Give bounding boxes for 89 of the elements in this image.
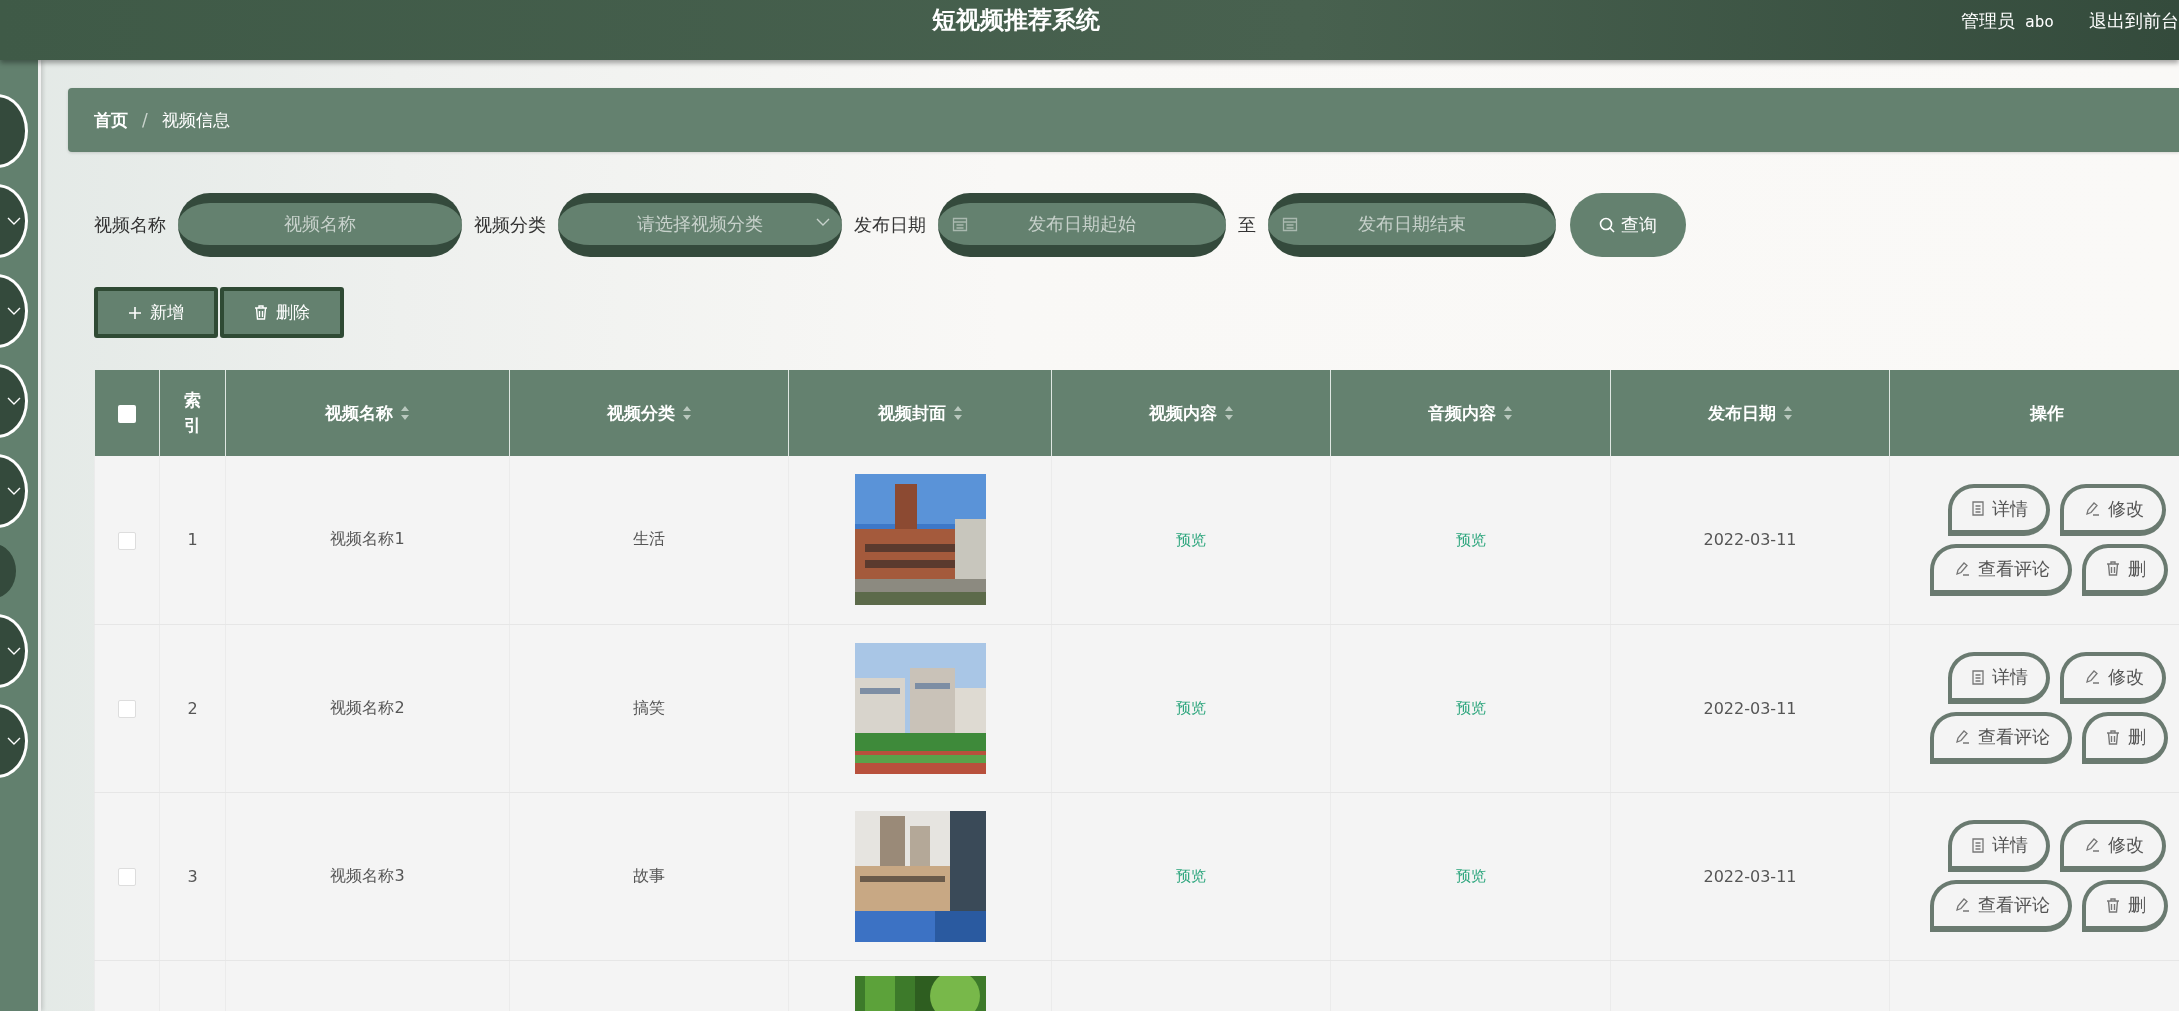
checkbox[interactable] <box>117 405 136 423</box>
user-label: 管理员 abo <box>1961 9 2054 33</box>
column-header: 发布日期 <box>1707 401 1776 425</box>
calendar-icon <box>952 216 968 232</box>
chevron-down-icon <box>816 218 830 227</box>
preview-link[interactable]: 预览 <box>1176 699 1206 717</box>
chevron-down-icon <box>7 216 21 226</box>
trash-icon <box>2106 897 2120 913</box>
action-button[interactable]: 修改 <box>2060 652 2166 704</box>
checkbox[interactable] <box>118 699 136 718</box>
table-cell: 视频名称1 <box>330 529 405 549</box>
table-cell: 视频名称2 <box>330 697 405 717</box>
action-button[interactable]: 修改 <box>2060 820 2166 872</box>
table-cell: 故事 <box>633 865 665 885</box>
action-button[interactable]: 删除 <box>220 287 344 338</box>
select-field[interactable]: 请选择视频分类 <box>558 193 842 257</box>
sort-icon[interactable] <box>952 405 963 421</box>
pencil-icon <box>2084 837 2100 853</box>
action-button[interactable]: 查看评论 <box>1930 543 2072 596</box>
table-cell: 搞笑 <box>633 697 665 717</box>
action-button[interactable]: 详情 <box>1948 652 2050 704</box>
date-field[interactable]: 发布日期结束 <box>1268 193 1556 257</box>
table-cell: 2 <box>187 698 198 718</box>
table-cell: 2022-03-11 <box>1703 866 1797 886</box>
column-header: 视频名称 <box>325 401 393 425</box>
trash-icon <box>2106 561 2120 577</box>
preview-link[interactable]: 预览 <box>1176 530 1206 549</box>
filter-label: 发布日期 <box>854 213 926 237</box>
chevron-down-icon <box>7 736 21 746</box>
pencil-icon <box>1954 560 1970 577</box>
action-button[interactable]: 修改 <box>2060 483 2166 536</box>
sort-icon[interactable] <box>1503 405 1513 421</box>
filter-label: 视频名称 <box>94 213 166 237</box>
checkbox[interactable] <box>118 531 136 550</box>
table-cell: 2022-03-11 <box>1703 698 1797 718</box>
action-button[interactable]: 详情 <box>1948 483 2050 536</box>
column-header: 操作 <box>2030 401 2065 425</box>
document-icon <box>1972 837 1984 853</box>
trash-icon <box>2106 729 2120 745</box>
table-cell: 2022-03-11 <box>1703 530 1797 550</box>
breadcrumb-link[interactable]: 视频信息 <box>161 108 230 132</box>
action-button[interactable]: 删 <box>2082 543 2168 596</box>
preview-link[interactable]: 预览 <box>1455 530 1486 549</box>
chevron-down-icon <box>7 486 21 496</box>
breadcrumb-separator: / <box>142 110 148 130</box>
input-field[interactable]: 视频名称 <box>178 193 462 257</box>
sort-icon[interactable] <box>681 405 692 421</box>
date-field[interactable]: 发布日期起始 <box>938 193 1226 257</box>
preview-link[interactable]: 预览 <box>1455 867 1486 885</box>
action-button[interactable]: 查看评论 <box>1930 880 2072 932</box>
action-button[interactable]: 查看评论 <box>1930 712 2072 764</box>
logout-link[interactable]: 退出到前台 <box>2089 9 2179 33</box>
table-cell: 视频名称3 <box>330 865 405 885</box>
table-cell: 生活 <box>633 529 665 549</box>
plus-icon <box>128 305 142 320</box>
table-cell: 1 <box>187 530 198 550</box>
chevron-down-icon <box>7 646 21 656</box>
action-button[interactable]: 详情 <box>1948 820 2050 872</box>
chevron-down-icon <box>7 306 21 316</box>
preview-link[interactable]: 预览 <box>1455 699 1486 717</box>
document-icon <box>1972 669 1984 685</box>
search-icon <box>1599 217 1615 233</box>
app-title: 短视频推荐系统 <box>930 4 1101 36</box>
pencil-icon <box>2084 669 2100 685</box>
sort-icon[interactable] <box>1782 405 1793 421</box>
preview-link[interactable]: 预览 <box>1176 867 1206 885</box>
filter-label: 视频分类 <box>474 213 546 237</box>
trash-icon <box>254 305 268 320</box>
pencil-icon <box>1954 897 1970 913</box>
pencil-icon <box>2084 500 2100 517</box>
column-header: 音频内容 <box>1428 401 1496 425</box>
action-button[interactable]: 删 <box>2082 712 2168 764</box>
search-button[interactable]: 查询 <box>1570 193 1686 257</box>
table-cell: 3 <box>187 866 198 886</box>
calendar-icon <box>1282 216 1298 232</box>
column-header: 视频封面 <box>877 401 946 425</box>
breadcrumb-link[interactable]: 首页 <box>94 108 128 132</box>
range-separator: 至 <box>1238 213 1256 237</box>
action-button[interactable]: 新增 <box>94 287 218 338</box>
sort-icon[interactable] <box>1223 405 1234 421</box>
column-header: 视频分类 <box>606 401 675 425</box>
column-header: 索引 <box>183 388 202 437</box>
action-button[interactable]: 删 <box>2082 880 2168 932</box>
column-header: 视频内容 <box>1148 401 1217 425</box>
pencil-icon <box>1954 729 1970 745</box>
chevron-down-icon <box>7 396 21 406</box>
checkbox[interactable] <box>118 867 136 886</box>
sort-icon[interactable] <box>400 405 410 421</box>
document-icon <box>1972 501 1984 517</box>
